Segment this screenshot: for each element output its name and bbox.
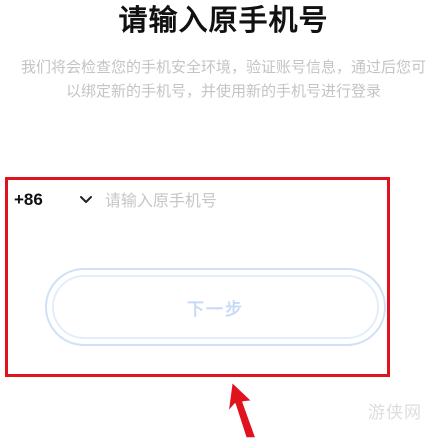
- page-title: 请输入原手机号: [118, 3, 329, 37]
- watermark-text: 游侠网: [368, 403, 422, 423]
- page-description: 我们将会检查您的手机安全环境，验证账号信息，通过后您可以绑定新的手机号，并使用新…: [20, 58, 426, 100]
- highlight-box: [5, 177, 390, 377]
- red-arrow-icon: [227, 382, 257, 438]
